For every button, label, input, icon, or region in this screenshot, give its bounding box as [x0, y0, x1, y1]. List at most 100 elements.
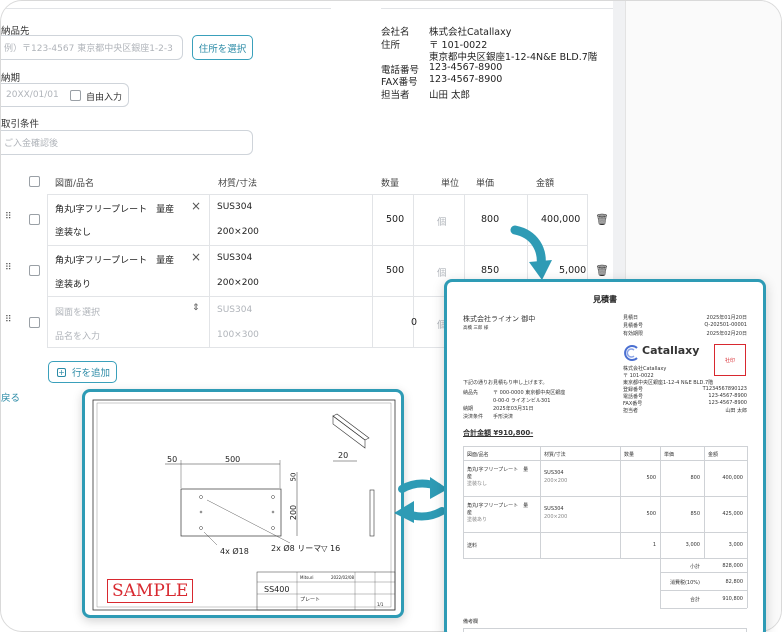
table-line	[47, 347, 447, 348]
terms-label: 取引条件	[1, 119, 40, 130]
table-line	[372, 194, 373, 347]
row-checkbox[interactable]	[29, 265, 40, 276]
est-table-line	[660, 608, 747, 609]
meta-value: Q-202501-00001	[704, 322, 747, 328]
item-size: 200×200	[217, 278, 259, 288]
issuer-key: 担当者	[623, 408, 639, 414]
est-item-amount: 3,000	[728, 542, 743, 548]
drag-handle-icon[interactable]: ⠿	[5, 316, 12, 325]
item-material: SUS304	[217, 202, 253, 212]
clear-icon[interactable]: ×	[191, 199, 201, 213]
free-input-checkbox[interactable]	[70, 90, 81, 101]
delivery-input[interactable]: 例）〒123-4567 東京都中央区銀座1-2-3	[1, 35, 183, 60]
est-header: 単価	[664, 452, 675, 458]
hole-label: 2x Ø8 リーマ▽ 16	[271, 544, 341, 553]
detail-key: 納品先	[463, 390, 479, 396]
plus-icon: +	[57, 367, 66, 377]
est-table-line	[540, 446, 541, 558]
est-item-mat: SUS304	[544, 506, 564, 512]
est-table-line	[747, 446, 748, 558]
remarks-box	[463, 628, 747, 632]
item-name: 角丸I字フリープレート 量産	[55, 256, 175, 266]
header-amount: 金額	[536, 179, 555, 189]
company-value: 株式会社Catallaxy	[429, 27, 512, 38]
item-sub: 塗装あり	[55, 280, 92, 290]
meta-key: 有効期限	[623, 331, 644, 337]
est-item-size: 200×200	[544, 478, 568, 484]
issuer-line: 株式会社Catallaxy	[623, 366, 667, 372]
drawing-select[interactable]: 図面を選択	[55, 305, 100, 318]
est-item-amount: 425,000	[722, 511, 743, 517]
issuer-value: 山田 太郎	[725, 408, 747, 414]
summary-key: 消費税(10%)	[669, 580, 700, 586]
clear-icon[interactable]: ×	[191, 250, 201, 264]
meta-key: 見積番号	[623, 323, 644, 329]
est-table-line	[463, 558, 747, 559]
est-item-name: 角丸I字フリープレート 量	[467, 503, 529, 509]
back-link[interactable]: 戻る	[1, 390, 20, 404]
chevron-updown-icon[interactable]: ⇕	[192, 303, 200, 313]
terms-input[interactable]: ご入金確認後	[1, 130, 253, 155]
item-amount: 5,000	[559, 265, 587, 276]
est-item-name: 角丸I字フリープレート 量	[467, 467, 529, 473]
item-unit[interactable]: 個	[437, 265, 447, 279]
item-price[interactable]: 800	[481, 214, 499, 225]
estimate-title: 見積書	[593, 295, 617, 304]
row-checkbox[interactable]	[29, 214, 40, 225]
estimate-intro: 下記の通りお見積もり申し上げます。	[463, 380, 548, 386]
title-maker: Mitsuri	[300, 575, 314, 580]
drag-handle-icon[interactable]: ⠿	[5, 264, 12, 273]
est-table-line	[463, 446, 464, 558]
trash-icon[interactable]: 🗑	[595, 213, 609, 226]
est-table-line	[660, 572, 747, 573]
detail-key: 決済条件	[463, 414, 484, 420]
item-size[interactable]: 100×300	[217, 330, 259, 340]
add-row-button[interactable]: + 行を追加	[48, 361, 117, 383]
item-name-input[interactable]: 品名を入力	[55, 329, 100, 342]
item-price[interactable]: 850	[481, 265, 499, 276]
est-header: 材質/寸法	[544, 452, 566, 458]
company-value: 123-4567-8900	[429, 74, 503, 85]
detail-key: 納期	[463, 406, 474, 412]
issuer-key: FAX番号	[623, 401, 643, 407]
summary-value: 82,800	[725, 579, 744, 585]
drag-handle-icon[interactable]: ⠿	[5, 213, 12, 222]
item-size: 200×200	[217, 227, 259, 237]
summary-value: 910,800	[722, 596, 743, 602]
est-header: 金額	[708, 452, 719, 458]
select-all-checkbox[interactable]	[29, 176, 40, 187]
summary-key: 小計	[689, 564, 700, 570]
issuer-value: 123-4567-8900	[708, 393, 747, 399]
row-checkbox[interactable]	[29, 317, 40, 328]
issuer-value: 123-4567-8900	[708, 400, 747, 406]
item-qty[interactable]: 500	[386, 265, 404, 276]
item-material: SUS304	[217, 253, 253, 263]
drawing-card: 50 500 20 50 200 4x Ø18 2x Ø8 リーマ▽ 16 SA…	[82, 389, 404, 618]
item-qty[interactable]: 0	[411, 317, 417, 328]
est-item-mat: SUS304	[544, 470, 564, 476]
issuer-key: 電話番号	[623, 394, 644, 400]
free-input-label: 自由入力	[86, 93, 123, 103]
est-item-price: 850	[690, 511, 700, 517]
company-value: 東京都中央区銀座1-12-4N&E BLD.7階	[429, 52, 598, 63]
meta-value: 2025年02月20日	[706, 331, 747, 337]
issuer-line: 〒 101-0022	[623, 373, 654, 379]
header-name: 図面/品名	[55, 179, 95, 189]
item-qty[interactable]: 500	[386, 214, 404, 225]
table-line	[47, 194, 48, 347]
est-item-sub: 塗装なし	[467, 481, 488, 487]
item-unit[interactable]: 個	[437, 214, 447, 228]
est-table-line	[660, 590, 747, 591]
header-unit: 単位	[441, 179, 460, 189]
meta-key: 見積日	[623, 315, 639, 321]
select-address-button[interactable]: 住所を選択	[192, 35, 253, 60]
item-material[interactable]: SUS304	[217, 305, 252, 315]
company-key: 住所	[381, 40, 401, 51]
trash-icon[interactable]: 🗑	[595, 264, 609, 277]
total-amount: 合計金額 ¥910,800-	[463, 429, 534, 437]
est-item-qty: 500	[646, 511, 656, 517]
brand-name: Catallaxy	[642, 344, 700, 357]
title-scale: 1/1	[377, 602, 384, 607]
est-item-name: 産	[467, 474, 473, 480]
company-key: 担当者	[381, 90, 410, 101]
